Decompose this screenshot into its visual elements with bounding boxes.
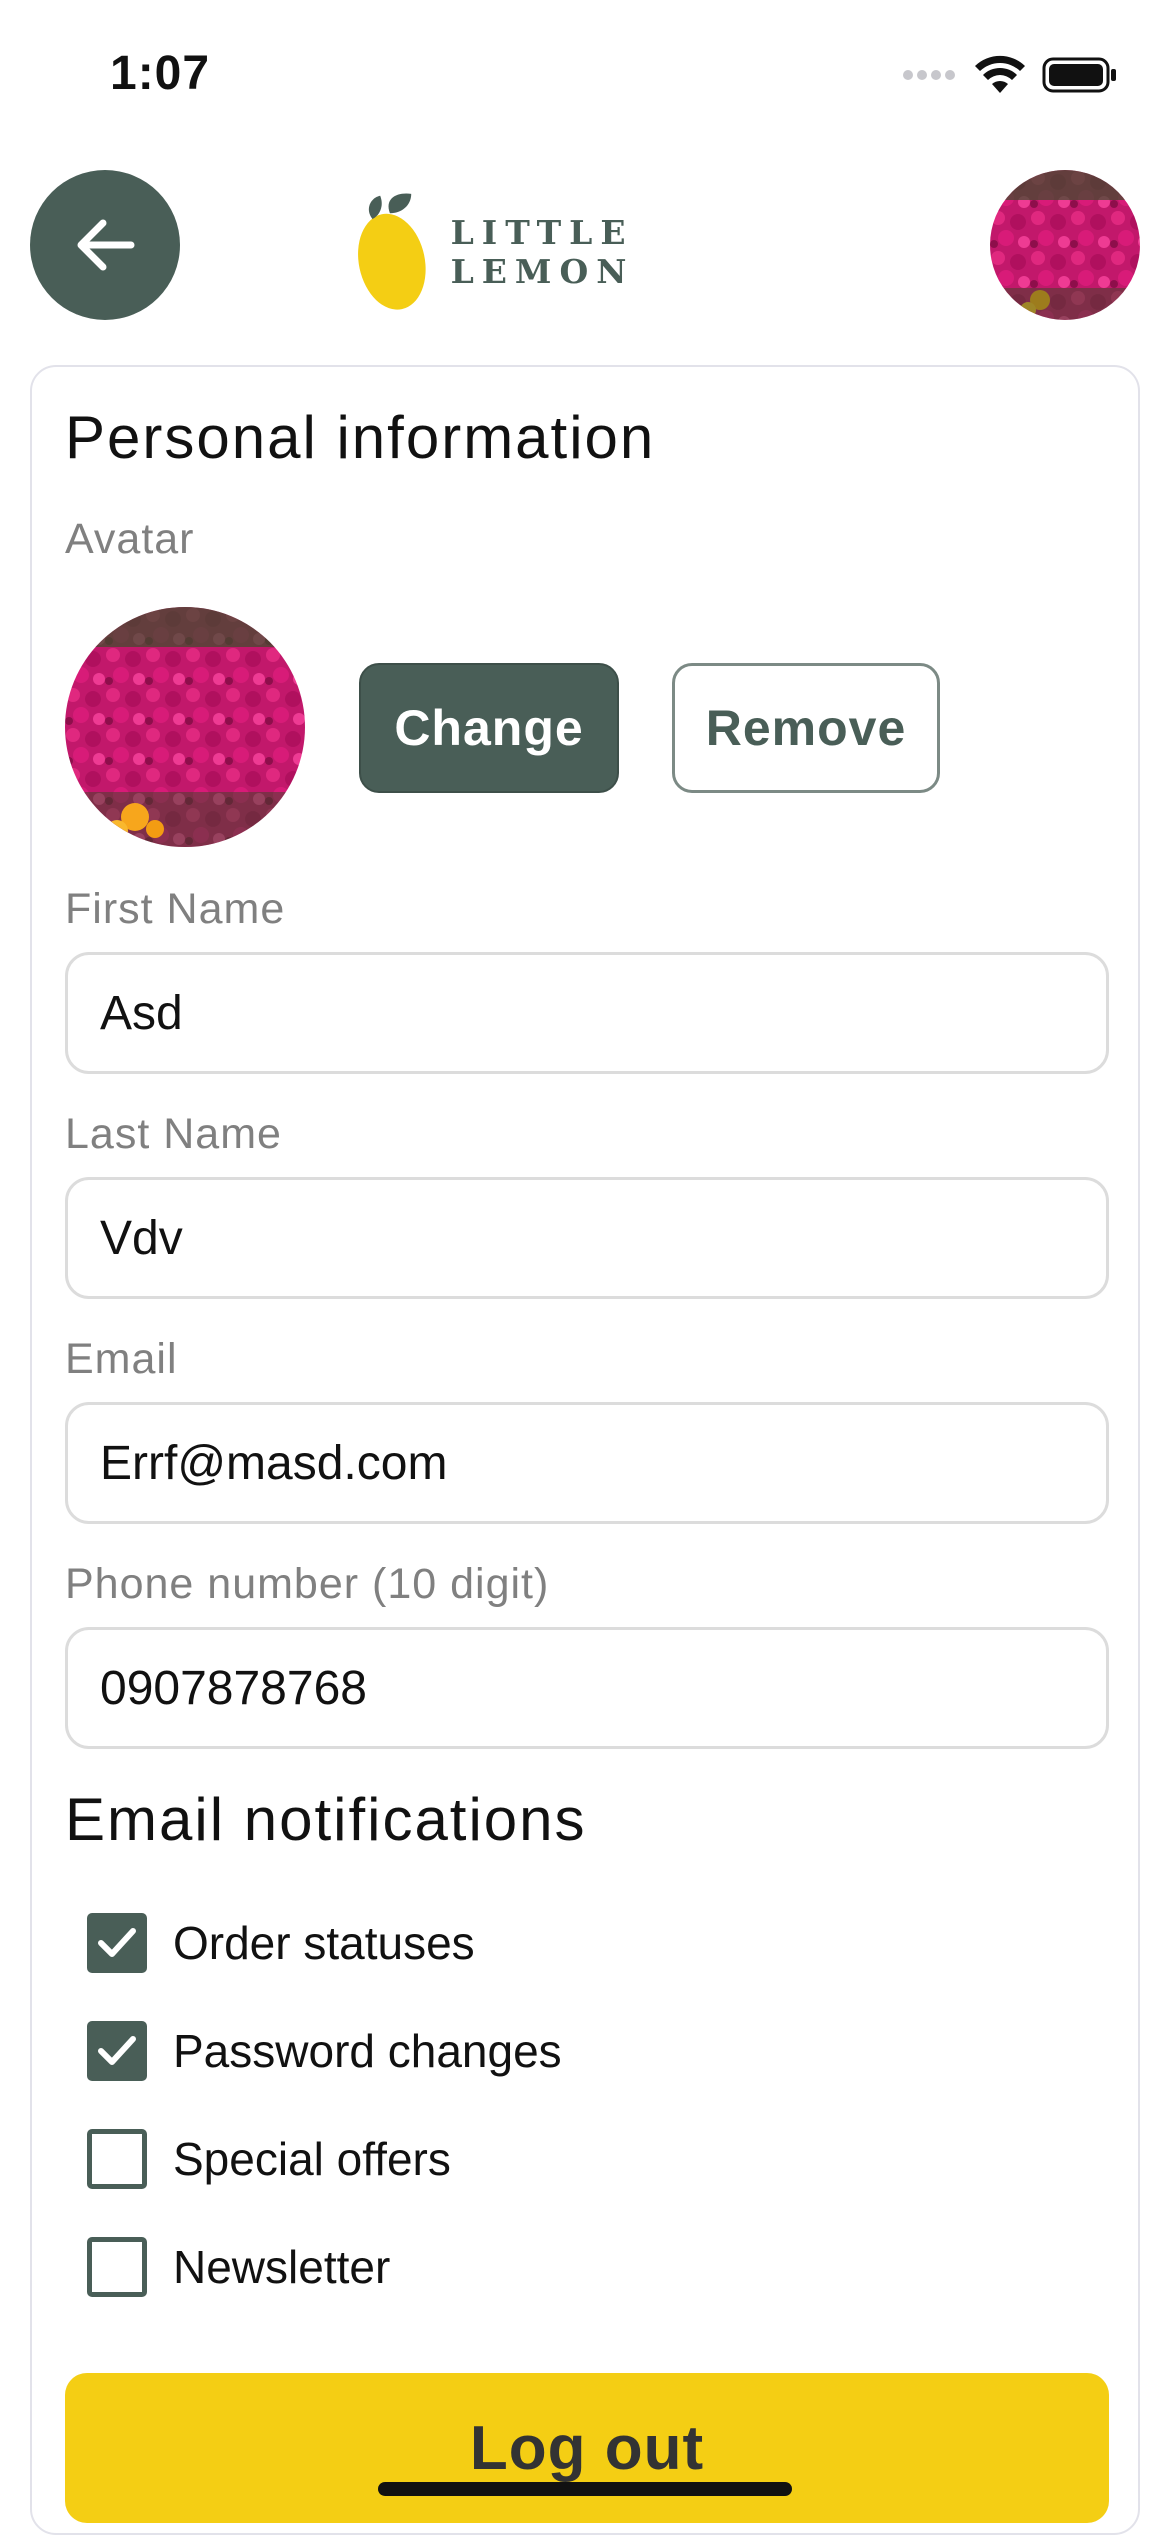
checkbox-label: Special offers — [173, 2133, 451, 2185]
checkmark-icon — [98, 1928, 136, 1957]
logo-text: LITTLE LEMON — [450, 213, 635, 291]
personal-info-title: Personal information — [65, 404, 656, 471]
checkbox-label: Newsletter — [173, 2241, 391, 2293]
remove-avatar-button[interactable]: Remove — [672, 663, 940, 793]
avatar-label: Avatar — [65, 515, 195, 563]
header-avatar[interactable] — [990, 170, 1140, 320]
checkbox-label: Order statuses — [173, 1917, 475, 1969]
lemon-icon — [358, 193, 426, 310]
change-avatar-button[interactable]: Change — [359, 663, 619, 793]
first-name-field[interactable]: Asd — [65, 952, 1109, 1074]
checkbox-special-offers[interactable]: Special offers — [87, 2127, 451, 2191]
email-label: Email — [65, 1335, 178, 1383]
last-name-field[interactable]: Vdv — [65, 1177, 1109, 1299]
checkbox[interactable] — [87, 2129, 147, 2189]
signal-icon — [903, 70, 955, 80]
checkbox-label: Password changes — [173, 2025, 562, 2077]
email-field[interactable]: Errf@masd.com — [65, 1402, 1109, 1524]
checkbox-order-statuses[interactable]: Order statuses — [87, 1911, 475, 1975]
checkbox-newsletter[interactable]: Newsletter — [87, 2235, 390, 2299]
logo: LITTLE LEMON — [355, 188, 825, 316]
avatar-image — [990, 170, 1140, 320]
status-time: 1:07 — [110, 47, 211, 100]
back-button[interactable] — [30, 170, 180, 320]
status-icons — [902, 50, 1118, 100]
avatar — [65, 607, 305, 847]
phone-label: Phone number (10 digit) — [65, 1560, 550, 1608]
arrow-left-icon — [77, 219, 135, 271]
checkbox[interactable] — [87, 2021, 147, 2081]
checkbox[interactable] — [87, 2237, 147, 2297]
home-indicator — [378, 2482, 792, 2496]
phone-field[interactable]: 0907878768 — [65, 1627, 1109, 1749]
profile-card: Personal information Avatar Change Remov… — [30, 365, 1140, 2535]
logout-button[interactable]: Log out — [65, 2373, 1109, 2523]
checkmark-icon — [98, 2036, 136, 2065]
checkbox[interactable] — [87, 1913, 147, 1973]
email-notifications-title: Email notifications — [65, 1786, 587, 1853]
checkbox-password-changes[interactable]: Password changes — [87, 2019, 562, 2083]
last-name-label: Last Name — [65, 1110, 282, 1158]
avatar-image — [65, 607, 305, 847]
wifi-icon — [975, 55, 1025, 93]
battery-icon — [1042, 57, 1116, 93]
first-name-label: First Name — [65, 885, 286, 933]
status-bar: 1:07 — [0, 0, 1170, 150]
header: LITTLE LEMON — [0, 170, 1170, 320]
